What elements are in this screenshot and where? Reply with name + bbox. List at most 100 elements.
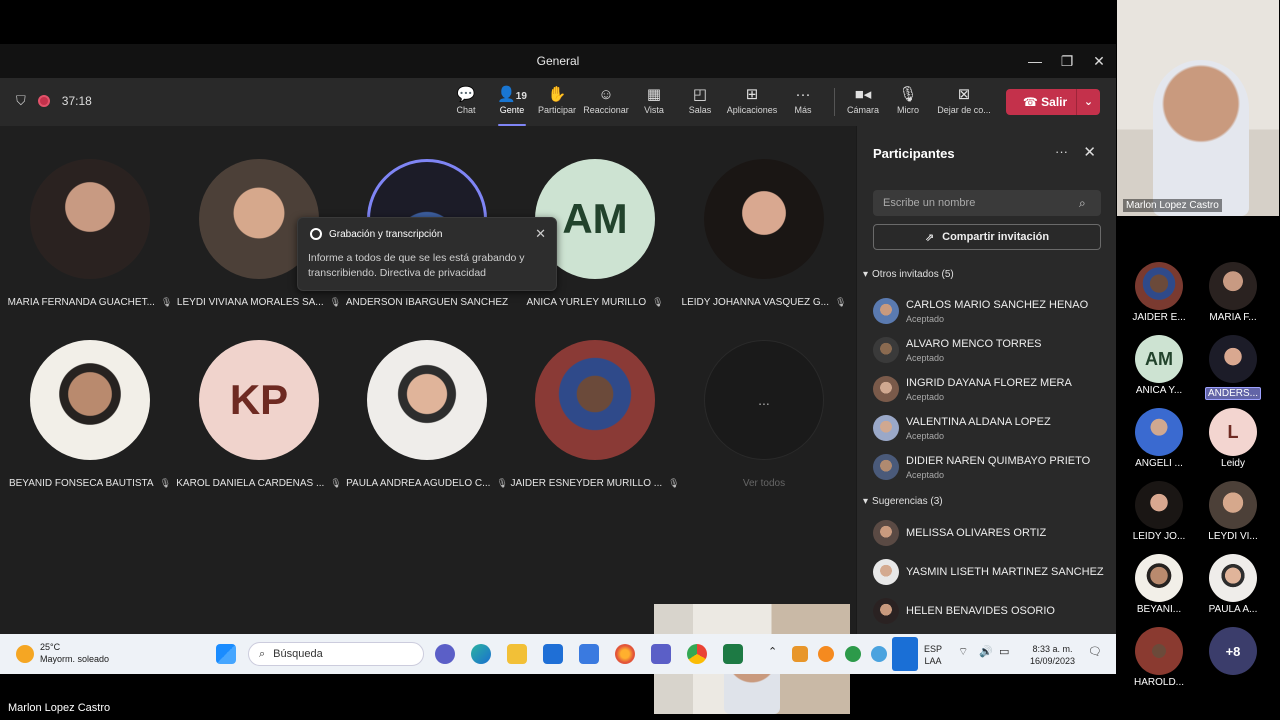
list-item[interactable]: MELISSA OLIVARES ORTIZ: [873, 516, 1109, 552]
gallery-tile[interactable]: AM ANICA Y...: [1124, 335, 1194, 396]
raise-hand-button[interactable]: ✋ Participar: [531, 85, 583, 115]
share-invite-button[interactable]: ⇗ Compartir invitación: [873, 224, 1101, 250]
mic-off-icon: 🎙: [330, 478, 342, 488]
search-icon: ⌕: [1079, 196, 1086, 210]
security-icon[interactable]: [845, 646, 861, 662]
gallery-tile[interactable]: L Leidy: [1198, 408, 1268, 469]
list-item[interactable]: YASMIN LISETH MARTINEZ SANCHEZ: [873, 555, 1109, 591]
gallery-tile[interactable]: ANGELI ...: [1124, 408, 1194, 469]
stop-sharing-button[interactable]: ⊠ Dejar de co...: [934, 85, 994, 115]
list-item[interactable]: CARLOS MARIO SANCHEZ HENAO Aceptado: [873, 294, 1109, 330]
teams-icon[interactable]: [651, 644, 671, 664]
language-code: ESP: [924, 644, 943, 654]
avatar: [873, 559, 899, 585]
share-invite-label: Compartir invitación: [942, 231, 1050, 243]
list-item[interactable]: ALVARO MENCO TORRES Aceptado: [873, 333, 1109, 369]
gallery-name: PAULA A...: [1208, 604, 1258, 615]
participant-search-input[interactable]: [873, 190, 1101, 216]
tray-app-icon[interactable]: [792, 646, 808, 662]
gallery-name: HAROLD...: [1133, 677, 1184, 688]
clock[interactable]: 8:33 a. m. 16/09/2023: [1030, 643, 1075, 667]
recording-icon: [37, 95, 50, 107]
avatar: AM: [1135, 335, 1183, 383]
participant-tile[interactable]: JAIDER ESNEYDER MURILLO ... 🎙: [510, 340, 680, 489]
avatar: [535, 340, 655, 460]
suggestions-section-header[interactable]: ▾ Sugerencias (3): [863, 496, 943, 507]
invited-section-header[interactable]: ▾ Otros invitados (5): [863, 269, 954, 280]
gallery-tile[interactable]: BEYANI...: [1124, 554, 1194, 615]
chevron-up-icon[interactable]: ⌃: [768, 646, 777, 658]
participant-tile[interactable]: PAULA ANDREA AGUDELO C... 🎙: [343, 340, 511, 489]
gallery-tile[interactable]: LEIDY JO...: [1124, 481, 1194, 542]
participate-label: Participar: [537, 105, 576, 115]
apps-button[interactable]: ⊞ Aplicaciones: [726, 85, 778, 115]
close-icon[interactable]: ✕: [535, 226, 546, 242]
more-participants-button[interactable]: +8: [1198, 627, 1268, 675]
vlc-icon[interactable]: [818, 646, 834, 662]
avatar: [873, 598, 899, 624]
participant-name: YASMIN LISETH MARTINEZ SANCHEZ: [906, 566, 1104, 578]
list-item[interactable]: INGRID DAYANA FLOREZ MERA Aceptado: [873, 372, 1109, 408]
chevron-down-icon[interactable]: ⌄: [1076, 89, 1100, 115]
view-button[interactable]: ▦ Vista: [628, 85, 680, 115]
participant-tile[interactable]: BEYANID FONSECA BAUTISTA 🎙: [6, 340, 174, 489]
teams-chat-icon[interactable]: [435, 644, 455, 664]
leave-button[interactable]: ☎ Salir ⌄: [1006, 89, 1100, 115]
react-button[interactable]: ☺ Reaccionar: [580, 85, 632, 115]
recording-notice: Grabación y transcripción ✕ Informe a to…: [297, 217, 557, 291]
weather-widget[interactable]: 25°C Mayorm. soleado: [16, 641, 109, 665]
gallery-tile[interactable]: JAIDER E...: [1124, 262, 1194, 323]
gallery-tile[interactable]: LEYDI VI...: [1198, 481, 1268, 542]
invited-header-label: Otros invitados (5): [872, 269, 954, 280]
language-indicator[interactable]: ESP LAA: [924, 643, 942, 667]
store-icon[interactable]: [543, 644, 563, 664]
gallery-tile[interactable]: MARIA F...: [1198, 262, 1268, 323]
leave-text: Salir: [1041, 95, 1068, 109]
windows-start-icon[interactable]: [216, 644, 236, 664]
more-button[interactable]: ··· Más: [777, 85, 829, 115]
battery-icon[interactable]: ▭: [999, 646, 1009, 658]
folder-icon[interactable]: [507, 644, 527, 664]
participant-status: Aceptado: [906, 353, 945, 363]
list-item[interactable]: VALENTINA ALDANA LOPEZ Aceptado: [873, 411, 1109, 447]
rooms-button[interactable]: ◰ Salas: [674, 85, 726, 115]
minimize-icon[interactable]: —: [1026, 52, 1044, 70]
excel-icon[interactable]: [723, 644, 743, 664]
caret-down-icon: ▾: [863, 269, 869, 280]
avatar: [873, 337, 899, 363]
taskbar-search[interactable]: ⌕ Búsqueda: [248, 642, 424, 666]
gallery-tile[interactable]: HAROLD...: [1124, 627, 1194, 688]
participant-name: JAIDER ESNEYDER MURILLO ...: [510, 478, 663, 489]
chat-button[interactable]: 💬 Chat: [440, 85, 492, 115]
avatar: [1135, 481, 1183, 529]
sync-icon[interactable]: [871, 646, 887, 662]
ellipsis-icon[interactable]: ···: [1055, 144, 1068, 159]
search-icon: ⌕: [259, 647, 266, 660]
gallery-tile[interactable]: ANDERS...: [1198, 335, 1268, 401]
view-label: Vista: [644, 105, 664, 115]
mic-button[interactable]: 🎙 Micro: [882, 85, 934, 115]
participant-name: ANICA YURLEY MURILLO: [526, 297, 647, 308]
close-icon[interactable]: ✕: [1090, 52, 1108, 70]
speaker-video[interactable]: Marlon Lopez Castro: [1117, 0, 1279, 216]
list-item[interactable]: HELEN BENAVIDES OSORIO: [873, 594, 1109, 630]
participant-tile[interactable]: KP KAROL DANIELA CARDENAS ... 🎙: [175, 340, 343, 489]
participant-tile[interactable]: MARIA FERNANDA GUACHET... 🎙: [6, 159, 174, 308]
restore-icon[interactable]: ❐: [1058, 52, 1076, 70]
wifi-icon[interactable]: ⌔: [958, 646, 968, 658]
list-item[interactable]: DIDIER NAREN QUIMBAYO PRIETO Aceptado: [873, 450, 1109, 486]
edge-icon[interactable]: [471, 644, 491, 664]
weather-desc: Mayorm. soleado: [40, 654, 110, 664]
see-all-tile[interactable]: ... Ver todos: [680, 340, 848, 489]
participant-tile[interactable]: LEIDY JOHANNA VASQUEZ G... 🎙: [680, 159, 848, 308]
mic-off-icon: 🎙: [159, 478, 172, 488]
firefox-icon[interactable]: [615, 644, 635, 664]
volume-icon[interactable]: 🔊: [979, 646, 993, 658]
mail-icon[interactable]: [579, 644, 599, 664]
close-icon[interactable]: ✕: [1083, 143, 1096, 161]
avatar: [704, 159, 824, 279]
chrome-icon[interactable]: [687, 644, 707, 664]
notifications-icon[interactable]: 🗨: [1088, 646, 1102, 658]
gallery-tile[interactable]: PAULA A...: [1198, 554, 1268, 615]
microphone-tray-icon[interactable]: [892, 637, 918, 671]
